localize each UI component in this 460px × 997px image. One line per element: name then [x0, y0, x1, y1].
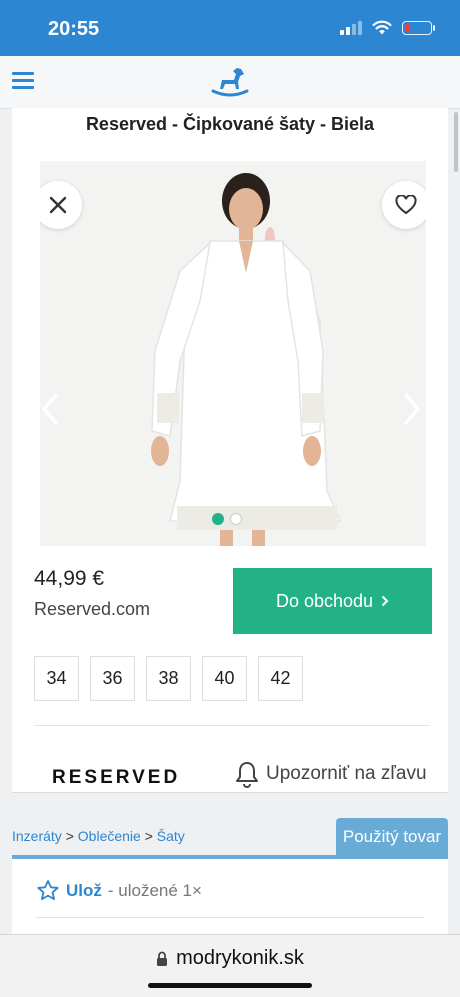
price-alert-label: Upozorniť na zľavu [266, 763, 427, 784]
status-bar: 20:55 [0, 0, 460, 56]
product-card: Reserved - Čipkované šaty - Biela 44,99 … [12, 108, 448, 793]
divider [34, 725, 430, 726]
rocking-horse-logo-icon[interactable] [210, 65, 250, 99]
close-icon [49, 196, 67, 214]
gallery-dot[interactable] [212, 513, 224, 525]
brand-logo[interactable]: RESERVED [52, 767, 180, 789]
battery-icon [402, 20, 435, 35]
browser-url-bar[interactable]: modrykonik.sk [0, 934, 460, 997]
cellular-signal-icon [340, 20, 362, 35]
go-to-shop-label: Do obchodu [275, 590, 374, 611]
gallery-pagination [212, 513, 242, 525]
save-link[interactable]: Ulož [66, 881, 102, 901]
breadcrumb-link[interactable]: Oblečenie [78, 828, 141, 844]
save-panel: Ulož - uložené 1× [12, 859, 448, 939]
next-image-arrow-icon[interactable] [400, 391, 424, 427]
site-header [0, 56, 460, 109]
save-count: - uložené 1× [107, 880, 202, 900]
save-row: Ulož - uložené 1× [36, 879, 202, 902]
go-to-shop-button[interactable]: Do obchodu [233, 568, 432, 634]
breadcrumb-link[interactable]: Šaty [157, 828, 185, 844]
home-indicator[interactable] [148, 983, 312, 988]
chevron-right-icon [381, 595, 389, 607]
price-alert-button[interactable]: Upozorniť na zľavu [234, 760, 427, 788]
previous-image-arrow-icon[interactable] [40, 391, 62, 427]
url-text: modrykonik.sk [176, 947, 304, 969]
status-time: 20:55 [48, 18, 100, 40]
breadcrumb-separator: > [65, 828, 74, 844]
scrollbar[interactable] [454, 112, 458, 172]
wifi-icon [372, 20, 392, 35]
shop-domain: Reserved.com [34, 599, 151, 619]
gallery-dot[interactable] [230, 513, 242, 525]
size-list: 34 36 38 40 42 [34, 656, 303, 701]
product-price: 44,99 € [34, 567, 105, 590]
bell-icon [236, 762, 258, 788]
url-field[interactable]: modrykonik.sk [0, 947, 460, 970]
lock-icon [157, 951, 168, 966]
divider [36, 917, 424, 918]
product-image-gallery[interactable] [40, 161, 426, 546]
size-option[interactable]: 40 [202, 656, 247, 701]
breadcrumb: Inzeráty > Oblečenie > Šaty [12, 828, 185, 844]
size-option[interactable]: 42 [258, 656, 303, 701]
size-option[interactable]: 34 [34, 656, 79, 701]
breadcrumb-separator: > [144, 828, 153, 844]
star-icon[interactable] [36, 879, 60, 902]
size-option[interactable]: 36 [90, 656, 135, 701]
status-icons [340, 20, 435, 35]
size-option[interactable]: 38 [146, 656, 191, 701]
condition-tab: Použitý tovar [336, 818, 448, 856]
product-photo [40, 161, 426, 546]
breadcrumb-link[interactable]: Inzeráty [12, 828, 62, 844]
product-title: Reserved - Čipkované šaty - Biela [85, 114, 375, 134]
favorite-button[interactable] [382, 181, 426, 229]
heart-icon [395, 195, 417, 215]
menu-icon[interactable] [12, 72, 34, 90]
